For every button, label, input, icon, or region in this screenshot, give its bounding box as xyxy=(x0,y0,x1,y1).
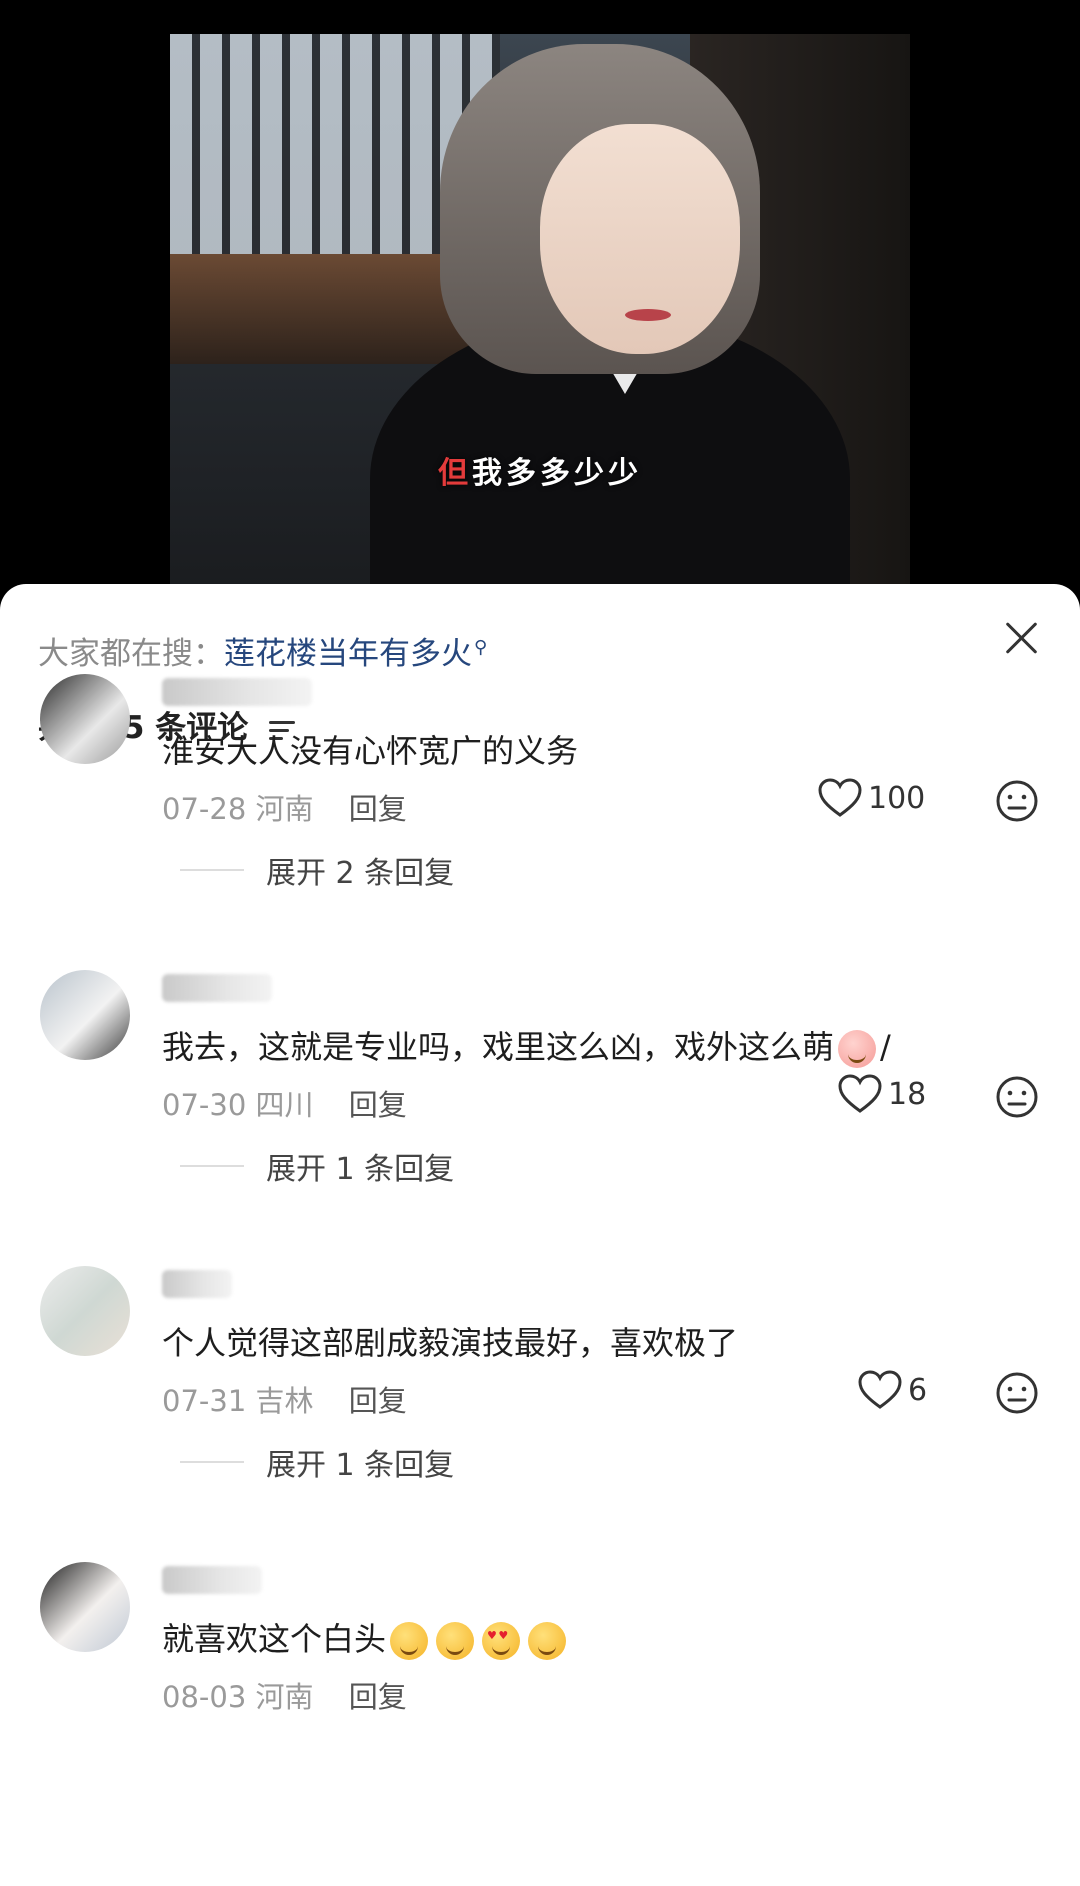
expand-replies-button[interactable]: 展开 1 条回复 xyxy=(180,1440,454,1484)
expand-replies-button[interactable]: 展开 2 条回复 xyxy=(180,848,454,892)
username-blurred[interactable] xyxy=(162,1270,232,1298)
comment-text: 淮安大人没有心怀宽广的义务 xyxy=(162,732,579,770)
video-player[interactable]: 但我多多少少 xyxy=(0,0,1080,600)
neutral-face-icon[interactable] xyxy=(996,780,1038,822)
avatar[interactable] xyxy=(40,674,130,764)
comment-text-body: 就喜欢这个白头 xyxy=(162,1620,387,1658)
search-prefix: 大家都在搜： xyxy=(38,636,224,672)
search-icon: ⚲ xyxy=(474,636,488,658)
heart-outline-icon xyxy=(818,778,862,817)
username-blurred[interactable] xyxy=(162,974,272,1002)
comment-text: 我去，这就是专业吗，戏里这么凶，戏外这么萌 / xyxy=(162,1022,891,1068)
expand-replies-label: 展开 1 条回复 xyxy=(266,1448,455,1483)
comment-item: 我去，这就是专业吗，戏里这么凶，戏外这么萌 / 07-30 四川 回复 18 展开… xyxy=(0,970,1080,1266)
yum-emoji-icon xyxy=(390,1622,429,1660)
comment-date: 07-28 xyxy=(162,792,247,826)
like-button[interactable]: 18 xyxy=(838,1074,926,1114)
video-frame[interactable]: 但我多多少少 xyxy=(170,34,910,594)
heart-eyes-emoji-icon xyxy=(482,1622,521,1660)
username-blurred[interactable] xyxy=(162,1566,262,1594)
comment-item: 淮安大人没有心怀宽广的义务 07-28 河南 回复 100 展开 2 条回复 xyxy=(0,674,1080,970)
comment-text: 个人觉得这部剧成毅演技最好，喜欢极了 xyxy=(162,1324,739,1362)
divider-line xyxy=(180,1461,244,1463)
comment-location: 河南 xyxy=(255,792,314,826)
close-icon[interactable] xyxy=(998,614,1046,662)
like-button[interactable]: 100 xyxy=(818,778,925,818)
avatar[interactable] xyxy=(40,1266,130,1356)
search-suggestion[interactable]: 大家都在搜：莲花楼当年有多火 ⚲ xyxy=(38,628,487,673)
reply-button[interactable]: 回复 xyxy=(349,792,407,826)
reply-button[interactable]: 回复 xyxy=(349,1088,407,1122)
comment-text-tail: / xyxy=(880,1028,891,1066)
peach-emoji-icon xyxy=(838,1030,877,1068)
avatar[interactable] xyxy=(40,1562,130,1652)
comment-date: 08-03 xyxy=(162,1680,247,1714)
comment-location: 河南 xyxy=(255,1680,314,1714)
reply-button[interactable]: 回复 xyxy=(349,1384,407,1418)
comment-sheet: 大家都在搜：莲花楼当年有多火 ⚲ 共 125 条评论 淮安大人没有心怀宽广的义务 … xyxy=(0,584,1080,1886)
like-count: 100 xyxy=(868,780,926,816)
comment-meta: 08-03 河南 回复 xyxy=(162,1674,407,1716)
subtitle-text: 我多多少少 xyxy=(472,456,642,491)
comment-item: 个人觉得这部剧成毅演技最好，喜欢极了 07-31 吉林 回复 6 展开 1 条回… xyxy=(0,1266,1080,1562)
divider-line xyxy=(180,1165,244,1167)
comment-meta: 07-30 四川 回复 xyxy=(162,1082,407,1124)
heart-outline-icon xyxy=(858,1370,902,1409)
relieved-emoji-icon xyxy=(528,1622,567,1660)
comment-date: 07-30 xyxy=(162,1088,247,1122)
comment-meta: 07-28 河南 回复 xyxy=(162,786,407,828)
comment-location: 吉林 xyxy=(255,1384,314,1418)
divider-line xyxy=(180,869,244,871)
reply-button[interactable]: 回复 xyxy=(349,1680,407,1714)
avatar[interactable] xyxy=(40,970,130,1060)
person-lips xyxy=(625,309,671,321)
expand-replies-label: 展开 2 条回复 xyxy=(266,856,455,891)
comment-text: 就喜欢这个白头 xyxy=(162,1614,570,1660)
like-button[interactable]: 6 xyxy=(858,1370,927,1410)
neutral-face-icon[interactable] xyxy=(996,1076,1038,1118)
comment-meta: 07-31 吉林 回复 xyxy=(162,1378,407,1420)
comment-text-body: 我去，这就是专业吗，戏里这么凶，戏外这么萌 xyxy=(162,1028,835,1066)
comment-location: 四川 xyxy=(255,1088,314,1122)
subtitle-accent: 但 xyxy=(438,456,472,491)
neutral-face-icon[interactable] xyxy=(996,1372,1038,1414)
heart-outline-icon xyxy=(838,1074,882,1113)
like-count: 18 xyxy=(888,1076,927,1112)
video-subtitle: 但我多多少少 xyxy=(170,448,910,492)
like-count: 6 xyxy=(908,1372,928,1408)
expand-replies-label: 展开 1 条回复 xyxy=(266,1152,455,1187)
comment-item: 就喜欢这个白头 08-03 河南 回复 xyxy=(0,1562,1080,1858)
username-blurred[interactable] xyxy=(162,678,312,706)
expand-replies-button[interactable]: 展开 1 条回复 xyxy=(180,1144,454,1188)
search-keyword-link[interactable]: 莲花楼当年有多火 xyxy=(224,636,472,672)
yum-emoji-icon xyxy=(436,1622,475,1660)
comment-date: 07-31 xyxy=(162,1384,247,1418)
